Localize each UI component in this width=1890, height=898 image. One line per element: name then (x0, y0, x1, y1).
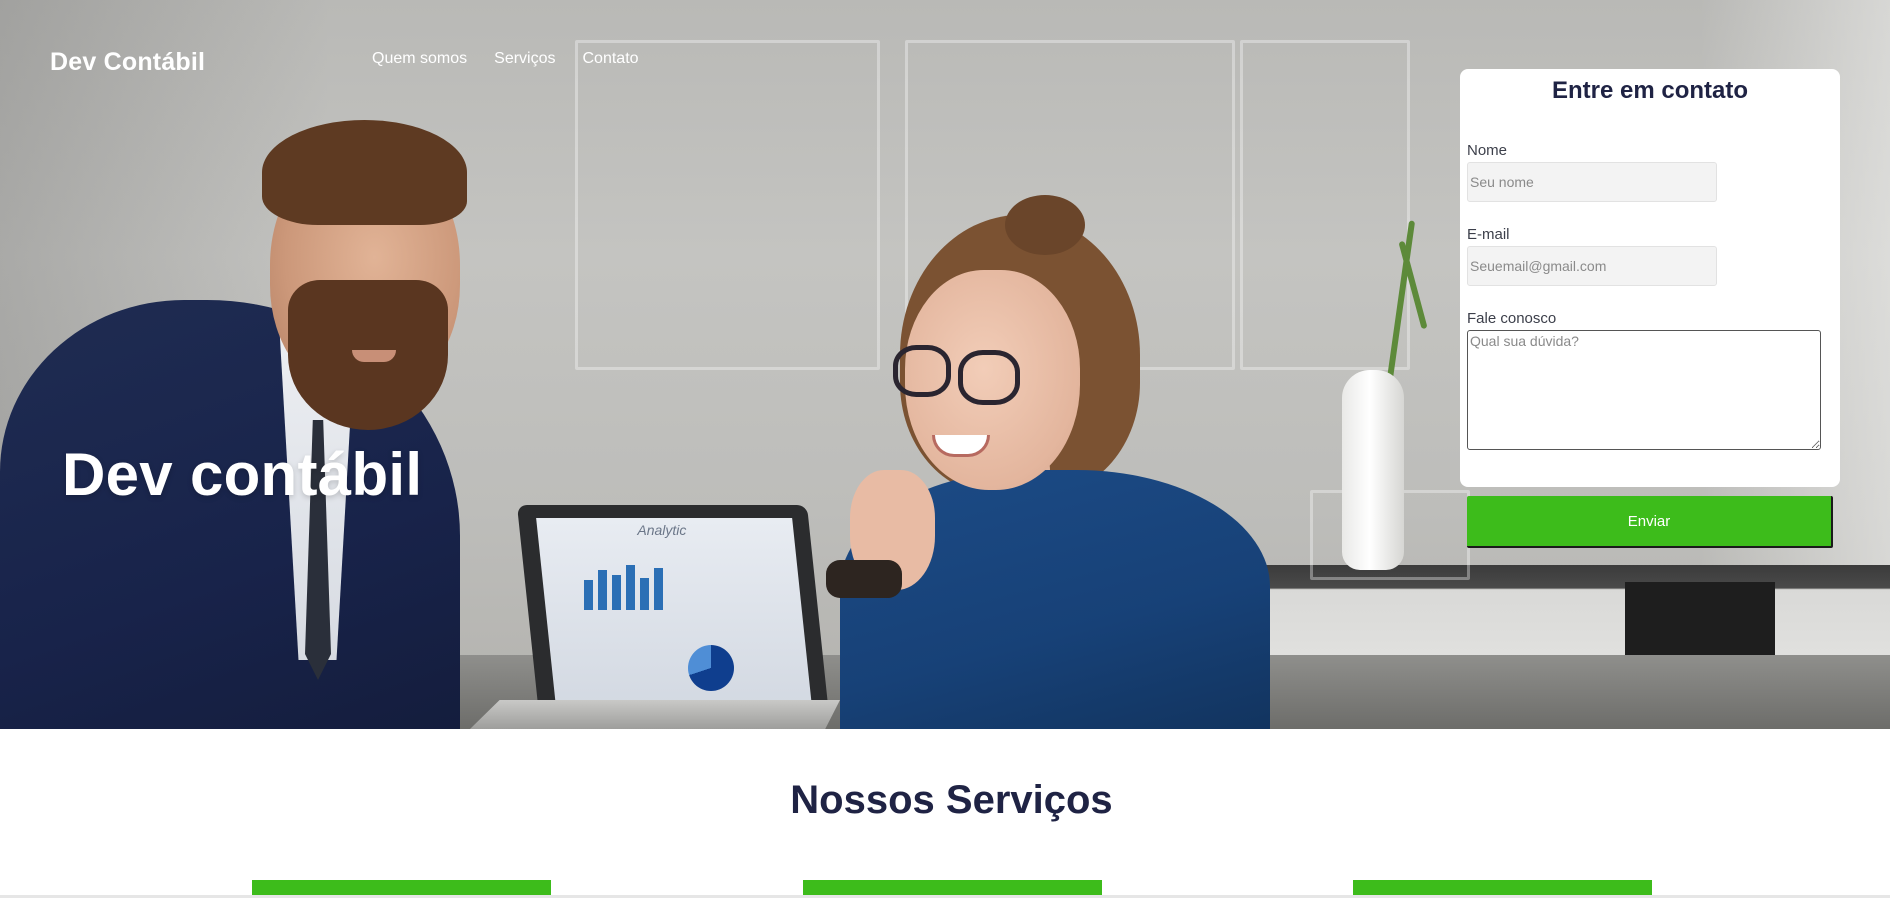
hero-title: Dev contábil (62, 441, 423, 508)
nav-link-servicos[interactable]: Serviços (494, 50, 555, 68)
nav-link-quem-somos[interactable]: Quem somos (372, 50, 467, 68)
wristwatch (826, 560, 902, 598)
glasses-lens (958, 350, 1020, 405)
laptop-chart-bar (584, 580, 593, 610)
wall-molding (575, 40, 880, 370)
submit-button[interactable]: Enviar (1467, 496, 1833, 548)
vase (1342, 370, 1404, 570)
form-title: Entre em contato (1551, 77, 1749, 104)
laptop-display: Analytic (536, 518, 812, 706)
laptop-chart-bar (598, 570, 607, 610)
contact-form: Entre em contato Nome E-mail Fale conosc… (1460, 69, 1840, 487)
man-mouth (352, 350, 396, 362)
laptop-keyboard (470, 700, 840, 729)
email-label: E-mail (1467, 226, 1510, 243)
main-nav: Quem somos Serviços Contato (372, 50, 639, 68)
man-hair (262, 120, 467, 225)
brand-logo[interactable]: Dev Contábil (50, 48, 205, 77)
services-title: Nossos Serviços (790, 778, 1113, 822)
message-textarea[interactable] (1467, 330, 1821, 450)
name-label: Nome (1467, 142, 1508, 159)
glasses-lens (893, 345, 951, 397)
laptop-chart-bar (626, 565, 635, 610)
email-input[interactable] (1467, 246, 1717, 286)
message-label: Fale conosco (1467, 310, 1557, 327)
laptop-pie-chart (688, 645, 734, 691)
laptop-chart-bar (612, 575, 621, 610)
laptop-caption: Analytic (637, 522, 687, 538)
laptop-chart-bar (654, 568, 663, 610)
name-input[interactable] (1467, 162, 1717, 202)
woman-hair-bun (1005, 195, 1085, 255)
wall-molding (1240, 40, 1410, 370)
laptop-chart-bar (640, 578, 649, 610)
nav-link-contato[interactable]: Contato (583, 50, 639, 68)
